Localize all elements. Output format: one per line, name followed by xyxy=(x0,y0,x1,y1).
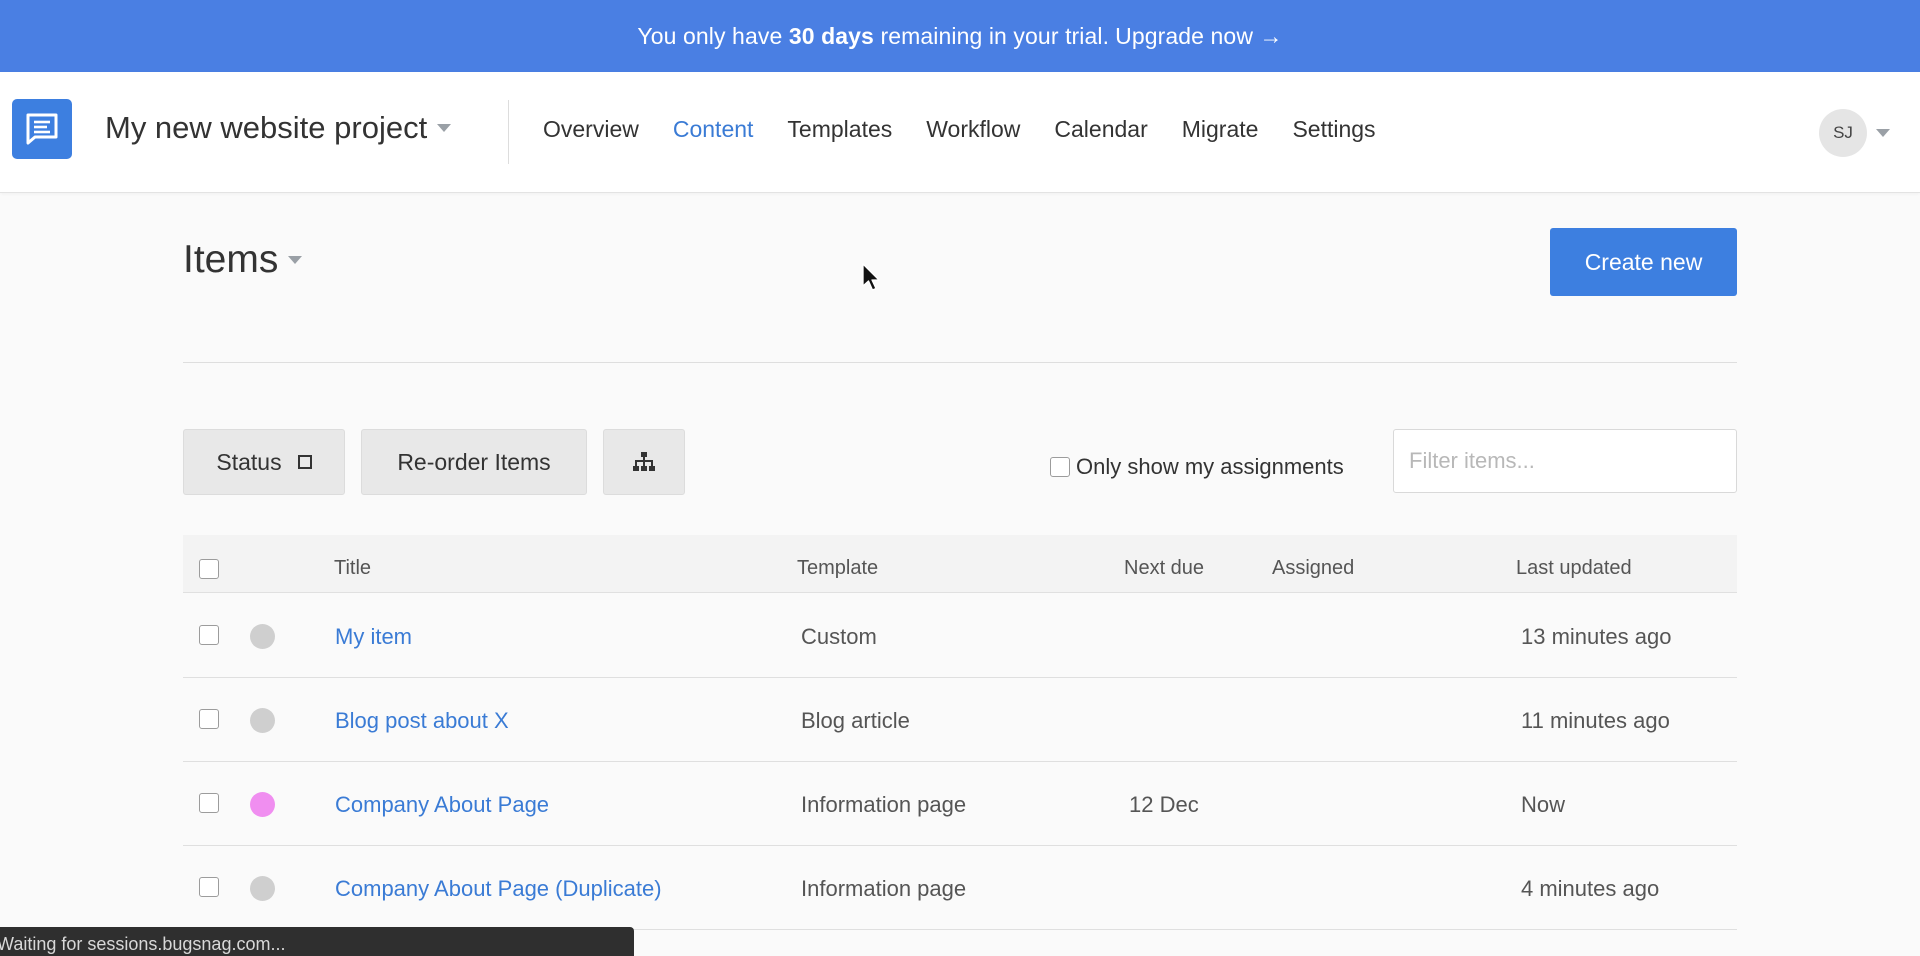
chevron-down-icon xyxy=(437,124,452,132)
mouse-cursor-icon xyxy=(862,263,880,291)
item-template: Custom xyxy=(801,624,877,649)
item-last-updated: 4 minutes ago xyxy=(1521,876,1660,901)
nav-templates[interactable]: Templates xyxy=(787,116,892,143)
status-dot xyxy=(250,624,275,649)
create-new-button[interactable]: Create new xyxy=(1550,228,1737,296)
browser-status-bar: Waiting for sessions.bugsnag.com... xyxy=(0,927,634,956)
item-title-link[interactable]: My item xyxy=(335,624,412,650)
nav-overview[interactable]: Overview xyxy=(543,116,639,143)
table-row: Company About Page (Duplicate) Informati… xyxy=(183,846,1737,930)
square-icon xyxy=(297,455,312,469)
document-chat-icon xyxy=(26,113,58,145)
trial-banner-suffix: remaining in your trial. xyxy=(880,22,1110,49)
divider xyxy=(183,362,1737,363)
nav-calendar[interactable]: Calendar xyxy=(1054,116,1147,143)
status-dot xyxy=(250,792,275,817)
column-last-updated[interactable]: Last updated xyxy=(1516,557,1632,580)
item-next-due: 12 Dec xyxy=(1129,792,1199,817)
app-logo[interactable] xyxy=(12,99,72,159)
row-checkbox[interactable] xyxy=(199,625,219,645)
column-title[interactable]: Title xyxy=(334,557,371,580)
item-template: Information page xyxy=(801,792,967,817)
column-next-due[interactable]: Next due xyxy=(1124,557,1204,580)
status-dot xyxy=(250,876,275,901)
trial-banner-prefix: You only have xyxy=(637,22,783,49)
row-checkbox[interactable] xyxy=(199,709,219,729)
chevron-down-icon[interactable] xyxy=(1876,129,1890,137)
filter-items-input[interactable] xyxy=(1393,429,1737,493)
trial-days-remaining: 30 days xyxy=(788,22,874,49)
nav-migrate[interactable]: Migrate xyxy=(1182,116,1259,143)
column-template[interactable]: Template xyxy=(797,557,878,580)
user-avatar[interactable]: SJ xyxy=(1819,109,1867,157)
column-assigned[interactable]: Assigned xyxy=(1272,557,1354,580)
item-last-updated: 13 minutes ago xyxy=(1521,624,1672,649)
top-navigation: My new website project Overview Content … xyxy=(0,72,1920,193)
item-last-updated: 11 minutes ago xyxy=(1521,708,1670,733)
item-last-updated: Now xyxy=(1521,792,1566,817)
reorder-items-button[interactable]: Re-order Items xyxy=(361,429,587,495)
table-header: Title Template Next due Assigned Last up… xyxy=(183,535,1737,593)
items-view-switcher[interactable]: Items xyxy=(183,238,303,282)
only-my-assignments-checkbox[interactable] xyxy=(1050,457,1070,477)
nav-settings[interactable]: Settings xyxy=(1292,116,1375,143)
project-switcher[interactable]: My new website project xyxy=(105,110,452,146)
item-title-link[interactable]: Blog post about X xyxy=(335,708,509,734)
nav-divider xyxy=(508,100,509,164)
row-checkbox[interactable] xyxy=(199,793,219,813)
trial-banner: You only have 30 days remaining in your … xyxy=(0,0,1920,72)
select-all-checkbox[interactable] xyxy=(199,559,219,579)
main-nav: Overview Content Templates Workflow Cale… xyxy=(543,116,1410,143)
item-title-link[interactable]: Company About Page xyxy=(335,792,549,818)
only-my-assignments-label: Only show my assignments xyxy=(1076,454,1344,479)
project-title: My new website project xyxy=(105,110,428,145)
table-row: Company About Page Information page 12 D… xyxy=(183,762,1737,846)
sitemap-icon xyxy=(633,452,655,471)
item-template: Information page xyxy=(801,876,967,901)
upgrade-now-link[interactable]: Upgrade now → xyxy=(1115,23,1283,50)
row-checkbox[interactable] xyxy=(199,877,219,897)
only-my-assignments-toggle[interactable]: Only show my assignments xyxy=(1050,454,1344,480)
page-title: Items xyxy=(183,238,279,281)
item-title-link[interactable]: Company About Page (Duplicate) xyxy=(335,876,662,902)
item-template: Blog article xyxy=(801,708,910,733)
hierarchy-view-button[interactable] xyxy=(603,429,685,495)
table-row: Blog post about X Blog article 11 minute… xyxy=(183,678,1737,762)
status-filter-button[interactable]: Status xyxy=(183,429,345,495)
table-row: My item Custom 13 minutes ago xyxy=(183,594,1737,678)
status-dot xyxy=(250,708,275,733)
status-filter-label: Status xyxy=(216,448,282,475)
nav-workflow[interactable]: Workflow xyxy=(926,116,1020,143)
nav-content[interactable]: Content xyxy=(673,116,754,143)
chevron-down-icon xyxy=(288,256,303,264)
